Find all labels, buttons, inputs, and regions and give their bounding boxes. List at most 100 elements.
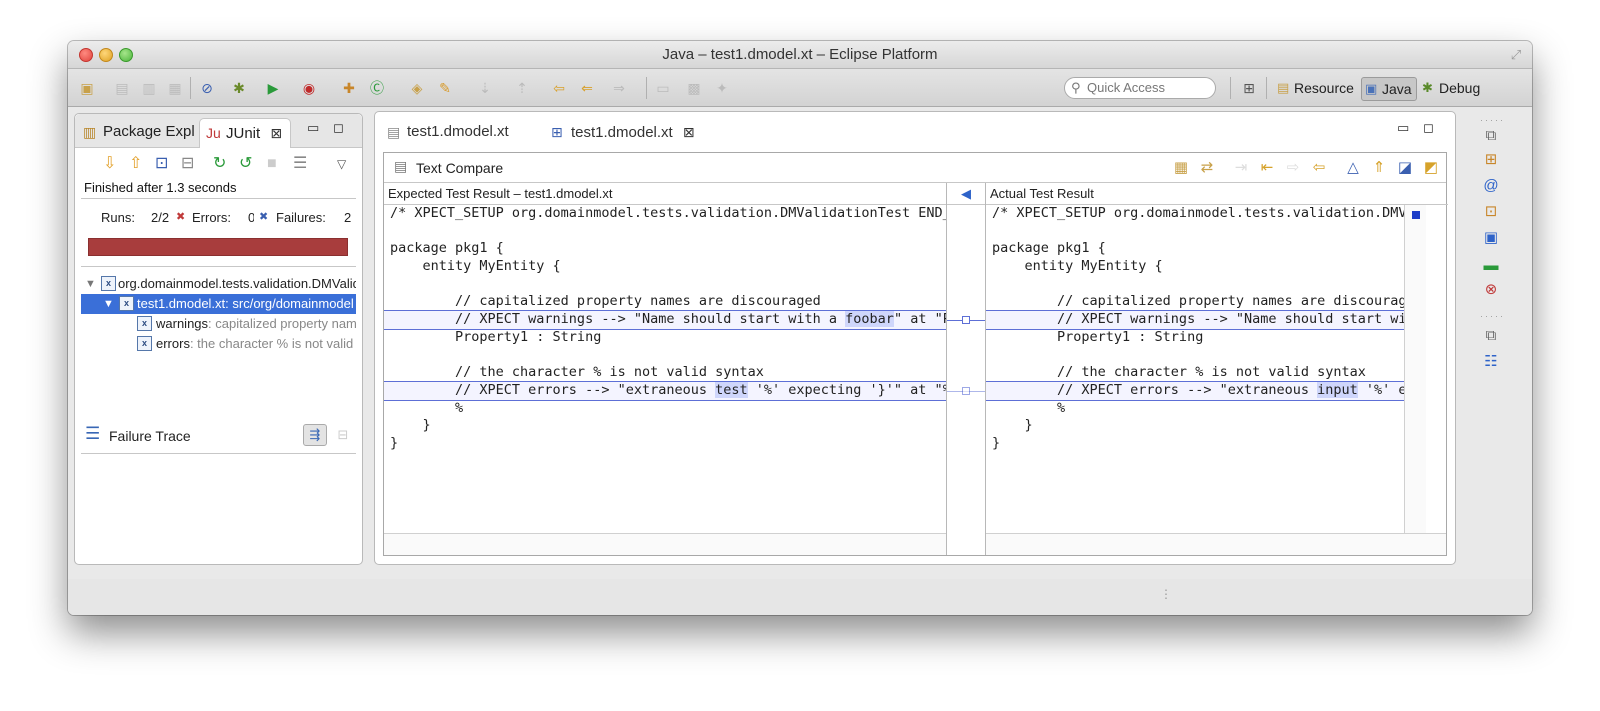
new-java-class-icon[interactable]: Ⓒ (368, 79, 386, 97)
save-all-icon[interactable]: ▥ (140, 79, 158, 97)
fullscreen-icon[interactable]: ⤢ (1508, 47, 1524, 63)
last-edit-location-icon[interactable]: ⇦ (550, 79, 568, 97)
toolbar-separator (646, 77, 647, 99)
perspective-java[interactable]: ▣ Java (1361, 77, 1417, 101)
right-code-pane[interactable]: /* XPECT_SETUP org.domainmodel.tests.val… (986, 205, 1406, 533)
problems-view-icon[interactable]: ⊗ (1480, 279, 1502, 301)
copy-left-icon[interactable]: ◀ (947, 183, 985, 205)
forward-icon[interactable]: ⇒ (610, 79, 628, 97)
javadoc-view-icon[interactable]: @ (1480, 175, 1502, 197)
previous-difference-icon[interactable]: ⇑ (1368, 157, 1390, 179)
diff-connector-handle[interactable] (962, 316, 970, 324)
code-line: // capitalized property names are discou… (992, 293, 1406, 310)
open-type-icon[interactable]: ◈ (408, 79, 426, 97)
close-window-button[interactable] (79, 48, 93, 62)
back-icon[interactable]: ⇐ (578, 79, 596, 97)
copy-all-left-icon[interactable]: ⇤ (1256, 157, 1278, 179)
perspective-label: Java (1382, 81, 1412, 97)
previous-failure-icon[interactable]: ⇧ (129, 156, 142, 172)
test-run-history-icon[interactable]: ☰ (293, 156, 307, 172)
minimize-window-button[interactable] (99, 48, 113, 62)
diff-connector-handle[interactable] (962, 387, 970, 395)
external-tools-icon[interactable]: ◉ (300, 79, 318, 97)
errors-label: Errors: (192, 210, 231, 225)
toolbar-separator (1230, 77, 1231, 99)
next-difference-icon[interactable]: △ (1342, 157, 1364, 179)
perspective-debug[interactable]: ✱ Debug (1419, 77, 1484, 101)
toggle-block-icon[interactable]: ✦ (713, 79, 731, 97)
tree-item-test-suite[interactable]: ▼ x org.domainmodel.tests.validation.DMV… (81, 274, 356, 294)
debug-icon[interactable]: ✱ (230, 79, 248, 97)
new-java-package-icon[interactable]: ✚ (340, 79, 358, 97)
expand-icon[interactable]: ▼ (103, 294, 114, 314)
open-perspective-icon[interactable]: ⊞ (1240, 79, 1258, 97)
tab-label: Package Expl (103, 123, 195, 140)
outline-view-icon[interactable]: ☷ (1480, 351, 1502, 373)
restore-icon[interactable]: ⧉ (1480, 125, 1502, 147)
maximize-icon[interactable]: ◻ (1423, 120, 1434, 136)
minimize-icon[interactable]: ▭ (307, 120, 319, 136)
next-failure-icon[interactable]: ⇩ (103, 156, 116, 172)
view-menu-icon[interactable]: ▽ (337, 156, 346, 172)
save-icon[interactable]: ▤ (113, 79, 131, 97)
next-change-icon[interactable]: ◪ (1394, 157, 1416, 179)
tab-junit[interactable]: Ju JUnit ⊠ (199, 118, 291, 148)
show-failures-only-icon[interactable]: ⊡ (155, 156, 168, 172)
code-line: // the character % is not valid syntax (992, 364, 1366, 381)
rerun-test-icon[interactable]: ↻ (213, 156, 226, 172)
console-view-icon[interactable]: ▣ (1480, 227, 1502, 249)
next-annotation-icon[interactable]: ⇣ (476, 79, 494, 97)
quick-access-field[interactable]: ⚲ Quick Access (1064, 77, 1216, 99)
filter-stack-trace-button[interactable]: ⇶ (303, 424, 327, 446)
declaration-view-icon[interactable]: ⊡ (1480, 201, 1502, 223)
editor-tab-text[interactable]: ▤ test1.dmodel.xt (379, 116, 539, 150)
maximize-icon[interactable]: ◻ (333, 120, 344, 136)
copy-current-left-icon[interactable]: ⇦ (1308, 157, 1330, 179)
right-horizontal-scrollbar[interactable] (986, 533, 1446, 555)
ancestor-pane-icon[interactable]: ▦ (1170, 157, 1192, 179)
compare-result-button[interactable]: ⊟ (331, 424, 355, 446)
copy-all-right-icon[interactable]: ⇥ (1230, 157, 1252, 179)
status-grip[interactable]: ⋮ (1160, 587, 1172, 601)
tree-item-errors[interactable]: x errors: the character % is not valid s… (81, 334, 356, 354)
zoom-window-button[interactable] (119, 48, 133, 62)
tree-item-warnings[interactable]: x warnings: capitalized property names a… (81, 314, 356, 334)
stop-icon[interactable]: ■ (267, 156, 277, 172)
perspective-resource[interactable]: ▤ Resource (1274, 77, 1358, 101)
close-icon[interactable]: ⊠ (683, 124, 695, 140)
hierarchy-view-icon[interactable]: ⊞ (1480, 149, 1502, 171)
rerun-failed-first-icon[interactable]: ↺ (239, 156, 252, 172)
left-horizontal-scrollbar[interactable] (384, 533, 946, 555)
run-icon[interactable]: ▶ (264, 79, 282, 97)
failure-trace-header: ☰ Failure Trace ⇶ ⊟ (85, 421, 356, 451)
expand-icon[interactable]: ▼ (85, 274, 96, 294)
runs-value: 2/2 (151, 210, 170, 225)
scroll-lock-icon[interactable]: ⊟ (181, 156, 194, 172)
new-icon[interactable]: ▣ (78, 79, 96, 97)
left-code-pane[interactable]: /* XPECT_SETUP org.domainmodel.tests.val… (384, 205, 946, 533)
search-tool-icon[interactable]: ✎ (436, 79, 454, 97)
trim-grip[interactable]: ····· (1480, 115, 1503, 125)
vertical-scrollbar[interactable] (1404, 205, 1426, 533)
skip-breakpoints-icon[interactable]: ⊘ (198, 79, 216, 97)
print-icon[interactable]: ▦ (166, 79, 184, 97)
previous-annotation-icon[interactable]: ⇡ (513, 79, 531, 97)
pin-editor-icon[interactable]: ▭ (654, 79, 672, 97)
text-compare-viewer: ▤ Text Compare ▦ ⇄ ⇥ ⇤ ⇨ ⇦ △ ⇑ ◪ ◩ Expec… (383, 152, 1448, 556)
diff-overview-marker[interactable] (1412, 211, 1420, 219)
minimize-icon[interactable]: ▭ (1397, 120, 1409, 136)
close-icon[interactable]: ⊠ (270, 125, 282, 141)
code-line: package pkg1 { (390, 240, 504, 257)
editor-tab-compare[interactable]: ⊞ test1.dmodel.xt ⊠ (543, 116, 713, 150)
restore-icon[interactable]: ⧉ (1480, 325, 1502, 347)
trim-grip[interactable]: ····· (1480, 311, 1503, 321)
editor-tab-label: test1.dmodel.xt (407, 123, 509, 140)
tab-package-explorer[interactable]: ▥ Package Expl (77, 118, 197, 148)
copy-current-right-icon[interactable]: ⇨ (1282, 157, 1304, 179)
code-line: /* XPECT_SETUP org.domainmodel.tests.val… (992, 205, 1406, 221)
progress-view-icon[interactable]: ▬ (1480, 255, 1502, 277)
tree-item-test-file[interactable]: ▼ x test1.dmodel.xt: src/org/domainmodel (81, 294, 356, 314)
swap-icon[interactable]: ⇄ (1196, 157, 1218, 179)
toggle-mark-icon[interactable]: ▩ (685, 79, 703, 97)
previous-change-icon[interactable]: ◩ (1420, 157, 1442, 179)
